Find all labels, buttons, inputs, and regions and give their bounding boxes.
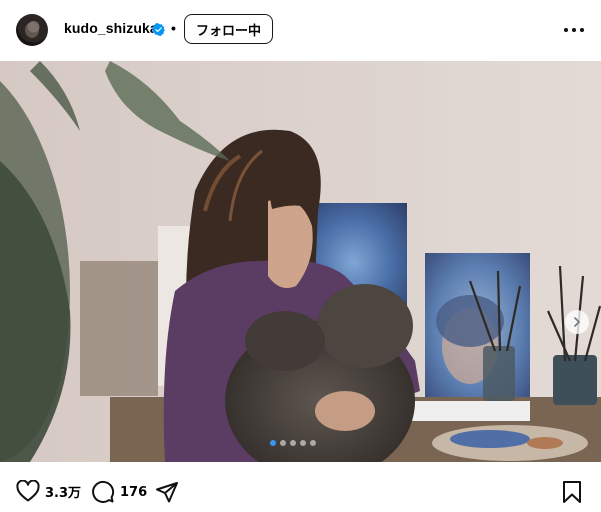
carousel-dot <box>300 440 306 446</box>
comment-button[interactable]: 176 <box>91 480 147 504</box>
username[interactable]: kudo_shizuka <box>64 20 158 36</box>
post-photo[interactable] <box>0 61 601 462</box>
carousel-dot <box>280 440 286 446</box>
carousel-dot <box>290 440 296 446</box>
verified-badge-icon <box>152 23 165 36</box>
more-horizontal-icon[interactable] <box>562 22 586 38</box>
bookmark-icon <box>563 481 581 503</box>
separator-dot: • <box>171 20 176 36</box>
carousel-dot <box>310 440 316 446</box>
chevron-right-icon <box>574 317 581 327</box>
like-count[interactable]: 3.3万 <box>45 482 81 501</box>
heart-icon <box>16 480 40 502</box>
action-bar: 3.3万 176 <box>0 462 601 512</box>
share-button[interactable] <box>155 480 179 504</box>
comment-icon <box>92 480 115 503</box>
share-icon <box>156 482 178 503</box>
like-button[interactable]: 3.3万 <box>16 480 81 502</box>
save-button[interactable] <box>561 480 583 504</box>
comment-count[interactable]: 176 <box>120 485 147 500</box>
carousel-dot <box>270 440 276 446</box>
photo-illustration <box>0 61 601 462</box>
carousel-indicator <box>270 440 316 446</box>
carousel-next-button[interactable] <box>565 310 589 334</box>
post-header: kudo_shizuka • フォロー中 <box>0 0 601 60</box>
avatar[interactable] <box>16 14 48 46</box>
following-button[interactable]: フォロー中 <box>184 14 273 44</box>
